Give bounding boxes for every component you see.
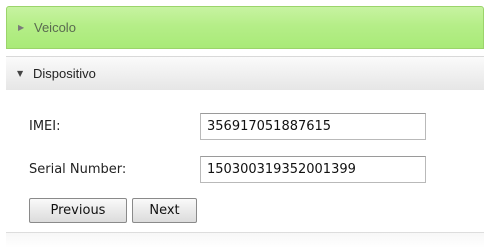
accordion-label-veicolo: Veicolo	[34, 20, 76, 35]
bottom-divider	[6, 232, 484, 247]
serial-number-input[interactable]	[200, 156, 426, 183]
imei-label: IMEI:	[29, 119, 61, 134]
previous-button[interactable]: Previous	[29, 198, 127, 223]
triangle-right-icon: ▶	[18, 23, 25, 32]
wizard-panel: ▶ Veicolo ▼ Dispositivo IMEI: Serial Num…	[0, 0, 485, 247]
accordion-header-veicolo[interactable]: ▶ Veicolo	[6, 6, 484, 49]
accordion-label-dispositivo: Dispositivo	[33, 66, 96, 81]
accordion-header-dispositivo[interactable]: ▼ Dispositivo	[6, 56, 484, 90]
triangle-down-icon: ▼	[17, 69, 24, 78]
serial-number-label: Serial Number:	[29, 162, 127, 177]
next-button[interactable]: Next	[132, 198, 197, 223]
imei-input[interactable]	[200, 113, 426, 140]
